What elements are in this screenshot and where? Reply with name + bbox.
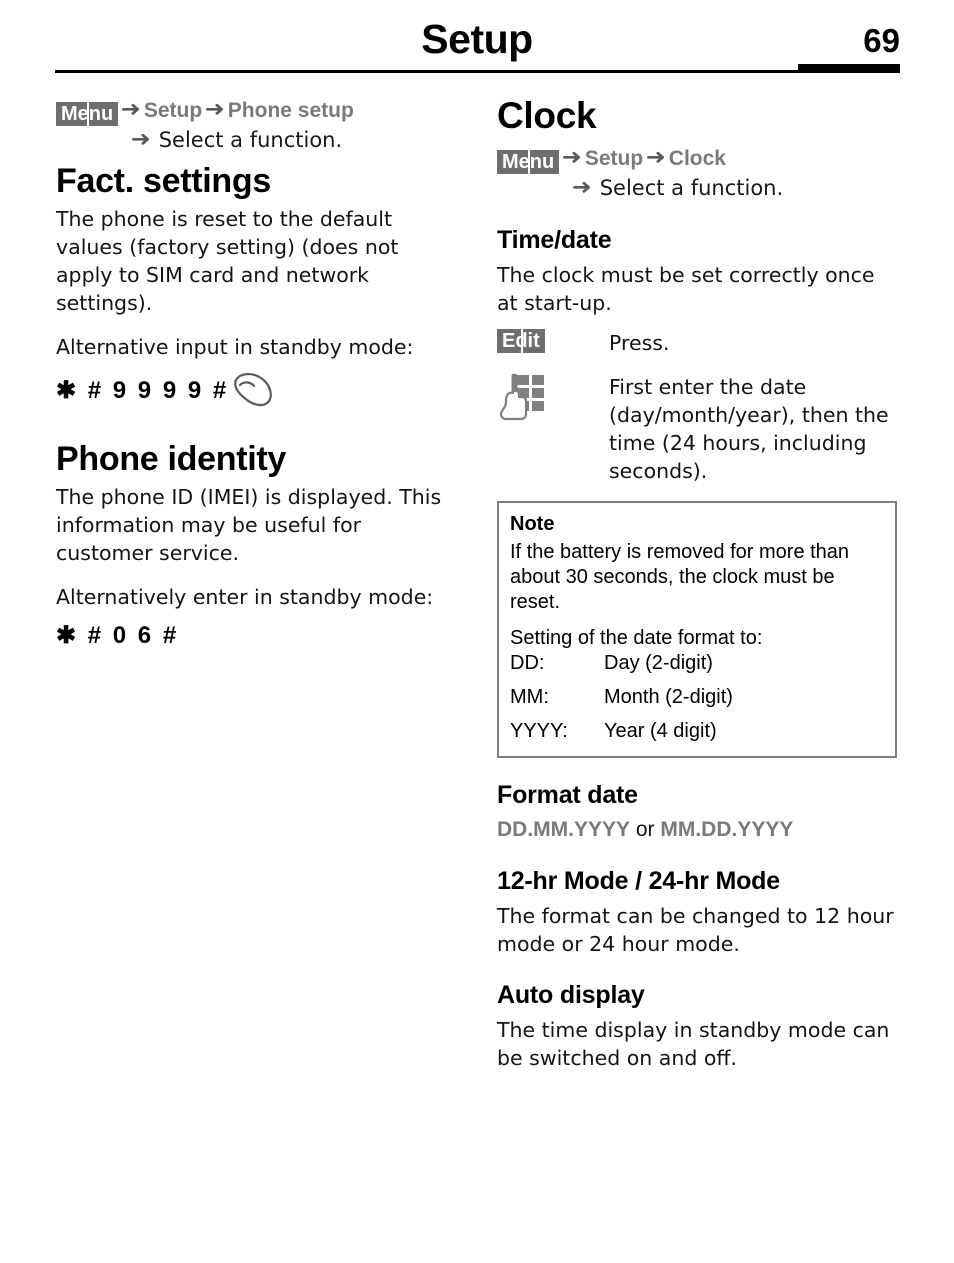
note-row-value: Month (2-digit) <box>604 686 733 708</box>
menu-path-select-function: Select a function. <box>158 128 343 152</box>
paragraph-fact-settings-2: Alternative input in standby mode: <box>56 335 414 359</box>
format-option-ddmmyyyy: DD.MM.YYYY <box>497 818 631 841</box>
page-header: Setup 69 <box>0 0 954 80</box>
keypad-hand-icon <box>497 373 549 421</box>
keycode-text: ✱ # 0 6 # <box>56 622 179 649</box>
heading-time-date: Time/date <box>497 226 612 254</box>
note-row: YYYY: Year (4 digit) <box>510 719 884 744</box>
step-text-press: Press. <box>609 331 670 355</box>
page-title: Setup <box>421 16 533 62</box>
header-rule-accent <box>798 64 900 73</box>
page-number: 69 <box>863 22 900 59</box>
header-rule <box>55 70 900 73</box>
step-row-enter-date: First enter the date (day/month/year), t… <box>497 373 897 485</box>
note-paragraph: If the battery is removed for more than … <box>510 541 850 613</box>
arrow-right-icon: ➜ <box>130 127 151 151</box>
format-option-separator: or <box>630 818 661 841</box>
handset-icon <box>231 371 275 409</box>
note-row-value: Year (4 digit) <box>604 720 717 742</box>
right-column: Clock Menu ➜ Setup ➜ Clock ➜ Select a functi… <box>497 96 897 1082</box>
paragraph-hr-mode: The format can be changed to 12 hour mod… <box>497 904 894 956</box>
note-row: MM: Month (2-digit) <box>510 685 884 710</box>
step-text-enter-date: First enter the date (day/month/year), t… <box>609 375 889 483</box>
menu-softkey-badge[interactable]: Menu <box>56 102 119 126</box>
heading-auto-display: Auto display <box>497 981 645 1009</box>
paragraph-phone-identity-1: The phone ID (IMEI) is displayed. This i… <box>56 485 442 565</box>
keycode-imei: ✱ # 0 6 # <box>56 621 456 650</box>
menu-path-line-2: ➜ Select a function. <box>56 126 456 155</box>
format-option-mmddyyyy: MM.DD.YYYY <box>660 818 794 841</box>
menu-path-step-phone-setup[interactable]: Phone setup <box>228 99 354 122</box>
paragraph-fact-settings-1: The phone is reset to the default values… <box>56 207 399 315</box>
menu-path-line-1: Menu ➜ Setup ➜ Phone setup <box>56 96 456 126</box>
keycode-factory-reset: ✱ # 9 9 9 9 # <box>56 371 456 409</box>
menu-path-clock: Menu ➜ Setup ➜ Clock ➜ Select a function. <box>497 144 897 203</box>
paragraph-phone-identity-2: Alternatively enter in standby mode: <box>56 585 434 609</box>
arrow-right-icon: ➜ <box>571 175 592 199</box>
menu-path-line-2: ➜ Select a function. <box>497 174 897 203</box>
menu-path-line-1: Menu ➜ Setup ➜ Clock <box>497 144 897 174</box>
arrow-right-icon: ➜ <box>204 97 226 121</box>
paragraph-time-date-intro: The clock must be set correctly once at … <box>497 263 875 315</box>
menu-softkey-badge[interactable]: Menu <box>497 150 560 174</box>
heading-fact-settings: Fact. settings <box>56 162 271 200</box>
note-row-key: YYYY: <box>510 720 568 742</box>
arrow-right-icon: ➜ <box>561 145 583 169</box>
menu-path-step-clock[interactable]: Clock <box>669 147 726 170</box>
heading-format-date: Format date <box>497 781 638 809</box>
step-row-edit: Edit Press. <box>497 329 897 357</box>
format-date-options: DD.MM.YYYY or MM.DD.YYYY <box>497 816 897 844</box>
step-icon-edit: Edit <box>497 329 609 353</box>
heading-phone-identity: Phone identity <box>56 440 287 478</box>
heading-clock: Clock <box>497 95 597 136</box>
menu-path-step-setup[interactable]: Setup <box>144 99 202 122</box>
note-heading: Note <box>510 513 555 535</box>
paragraph-auto-display: The time display in standby mode can be … <box>497 1018 890 1070</box>
keycode-text: ✱ # 9 9 9 9 # <box>56 376 229 404</box>
menu-path-step-setup[interactable]: Setup <box>585 147 643 170</box>
note-row-key: MM: <box>510 686 549 708</box>
edit-softkey-badge[interactable]: Edit <box>497 329 545 353</box>
note-row: DD: Day (2-digit) <box>510 651 884 676</box>
menu-path-phone-setup: Menu ➜ Setup ➜ Phone setup ➜ Select a functi… <box>56 96 456 155</box>
note-format-intro: Setting of the date format to: <box>510 627 763 649</box>
step-icon-keypad <box>497 373 609 425</box>
note-box: Note If the battery is removed for more … <box>497 501 897 758</box>
heading-hr-mode: 12-hr Mode / 24-hr Mode <box>497 867 780 895</box>
menu-path-select-function: Select a function. <box>599 176 784 200</box>
note-row-value: Day (2-digit) <box>604 652 713 674</box>
arrow-right-icon: ➜ <box>645 145 667 169</box>
note-row-key: DD: <box>510 652 545 674</box>
left-column: Menu ➜ Setup ➜ Phone setup ➜ Select a functi… <box>56 96 456 650</box>
arrow-right-icon: ➜ <box>120 97 142 121</box>
